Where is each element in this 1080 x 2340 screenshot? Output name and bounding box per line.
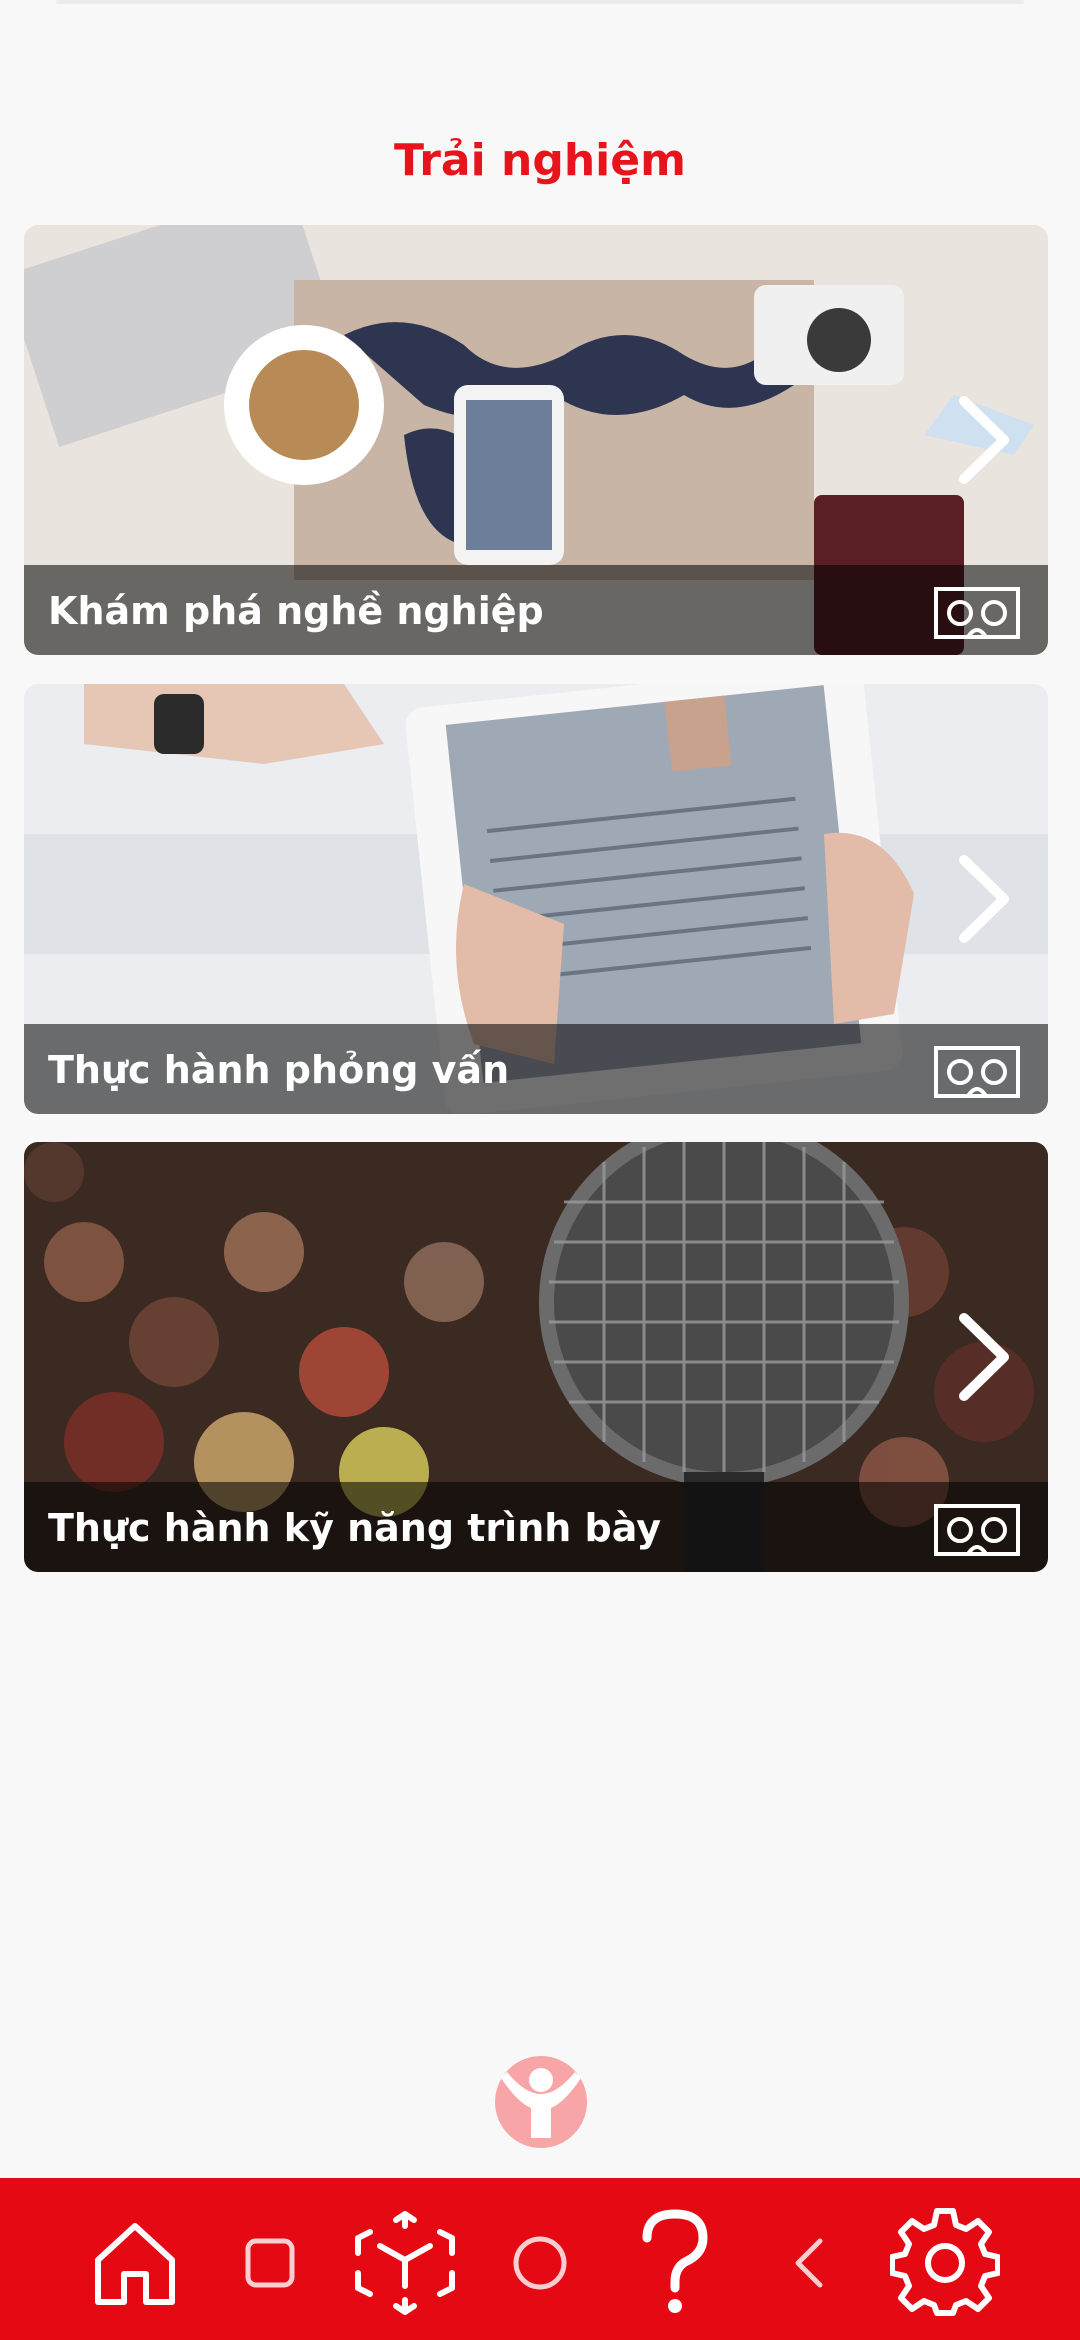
bottom-navbar	[0, 2178, 1080, 2340]
card-label: Khám phá nghề nghiệp	[48, 589, 544, 633]
chevron-right-icon[interactable]	[956, 395, 1012, 485]
vr-headset-icon	[934, 1504, 1020, 1556]
child-logo-icon	[495, 2056, 587, 2148]
card-caption: Khám phá nghề nghiệp	[24, 565, 1048, 655]
vr-headset-icon	[934, 1046, 1020, 1098]
system-home-icon[interactable]	[485, 2208, 595, 2318]
back-icon[interactable]	[755, 2208, 865, 2318]
card-caption: Thực hành phỏng vấn	[24, 1024, 1048, 1114]
help-icon[interactable]	[620, 2208, 730, 2318]
home-icon[interactable]	[80, 2208, 190, 2318]
vr-headset-icon	[934, 587, 1020, 639]
chevron-right-icon[interactable]	[956, 854, 1012, 944]
section-title: Trải nghiệm	[394, 135, 686, 186]
card-interview-practice[interactable]: Thực hành phỏng vấn	[24, 684, 1048, 1114]
chevron-right-icon[interactable]	[956, 1312, 1012, 1402]
card-presentation-skills[interactable]: Thực hành kỹ năng trình bày	[24, 1142, 1048, 1572]
card-label: Thực hành phỏng vấn	[48, 1048, 510, 1092]
card-caption: Thực hành kỹ năng trình bày	[24, 1482, 1048, 1572]
settings-icon[interactable]	[890, 2208, 1000, 2318]
ar-cube-icon[interactable]	[350, 2208, 460, 2318]
recent-apps-icon[interactable]	[215, 2208, 325, 2318]
card-label: Thực hành kỹ năng trình bày	[48, 1506, 661, 1550]
card-career-explore[interactable]: Khám phá nghề nghiệp	[24, 225, 1048, 655]
top-divider	[56, 0, 1024, 4]
